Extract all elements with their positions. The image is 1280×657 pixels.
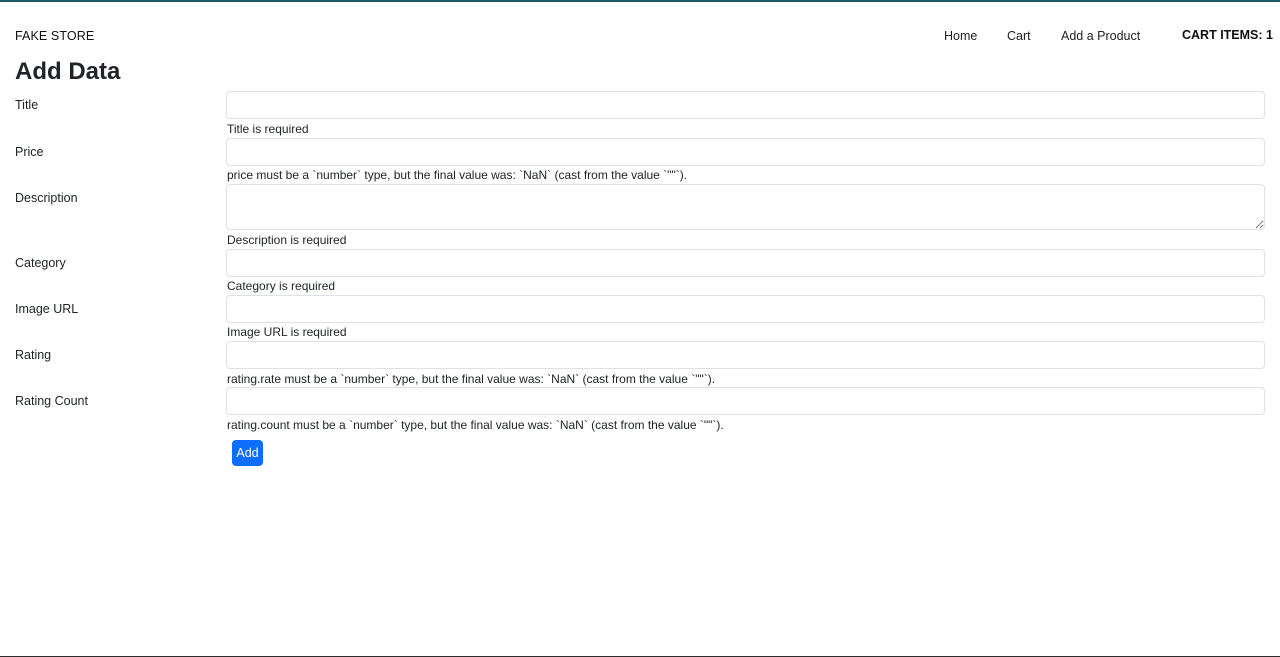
rating-input[interactable] [226, 341, 1265, 369]
navbar: FAKE STORE Home Cart Add a Product CART … [0, 24, 1280, 48]
price-label: Price [15, 145, 44, 159]
rating-count-error: rating.count must be a `number` type, bu… [227, 418, 724, 432]
nav-cart-link[interactable]: Cart [1007, 29, 1031, 43]
title-label: Title [15, 98, 39, 112]
rating-count-label: Rating Count [15, 394, 88, 408]
description-label: Description [15, 191, 78, 205]
top-accent-bar [0, 0, 1280, 2]
description-textarea[interactable] [226, 184, 1265, 230]
category-label: Category [15, 256, 66, 270]
category-input[interactable] [226, 249, 1265, 277]
cart-items-count: CART ITEMS: 1 [1182, 28, 1273, 42]
description-error: Description is required [227, 233, 347, 247]
rating-error: rating.rate must be a `number` type, but… [227, 372, 716, 386]
rating-count-input[interactable] [226, 387, 1265, 415]
image-url-label: Image URL [15, 302, 79, 316]
nav-home-link[interactable]: Home [944, 29, 977, 43]
rating-label: Rating [15, 348, 52, 362]
add-button[interactable]: Add [232, 440, 263, 466]
title-input[interactable] [226, 91, 1265, 119]
price-error: price must be a `number` type, but the f… [227, 168, 688, 182]
page-title: Add Data [15, 58, 121, 85]
title-error: Title is required [227, 122, 309, 136]
nav-add-product-link[interactable]: Add a Product [1061, 29, 1140, 43]
image-url-error: Image URL is required [227, 325, 347, 339]
brand-link[interactable]: FAKE STORE [15, 29, 94, 43]
category-error: Category is required [227, 279, 336, 293]
price-input[interactable] [226, 138, 1265, 166]
image-url-input[interactable] [226, 295, 1265, 323]
